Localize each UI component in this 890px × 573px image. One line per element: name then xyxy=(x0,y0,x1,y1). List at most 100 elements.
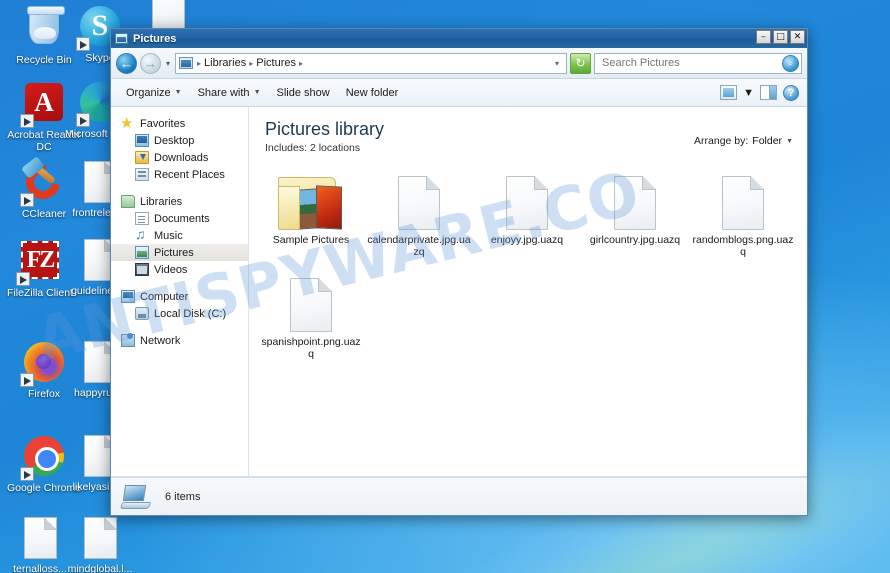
navigation-pane[interactable]: Favorites Desktop Downloads Recent Places Li… xyxy=(111,107,249,476)
address-dropdown-chevron-icon[interactable]: ▾ xyxy=(551,59,563,68)
computer-icon xyxy=(121,290,135,303)
sidebar-item-music[interactable]: Music xyxy=(111,226,248,244)
file-item[interactable]: calendarprivate.jpg.uazq xyxy=(365,164,473,266)
libraries-icon xyxy=(121,195,135,208)
recent-places-icon xyxy=(135,168,149,181)
window-titlebar[interactable]: Pictures – □ ✕ xyxy=(111,29,807,48)
library-header-text: Pictures library Includes: 2 locations xyxy=(265,119,384,154)
sidebar-item-label: Local Disk (C:) xyxy=(154,307,227,320)
desktop-icon-label: mindglobal.l... xyxy=(67,563,133,573)
back-button[interactable]: ← xyxy=(116,52,137,74)
shortcut-arrow-icon xyxy=(20,193,34,207)
encrypted-file-icon xyxy=(583,168,687,230)
sidebar-item-favorites[interactable]: Favorites xyxy=(111,114,248,132)
file-icon xyxy=(18,517,62,561)
file-item-label: Sample Pictures xyxy=(272,234,350,246)
shortcut-arrow-icon xyxy=(76,37,90,51)
file-item[interactable]: enjoyy.jpg.uazq xyxy=(473,164,581,266)
sidebar-item-computer[interactable]: Computer xyxy=(111,288,248,305)
refresh-button[interactable]: ↻ xyxy=(570,52,591,74)
desktop-icon xyxy=(135,134,149,147)
sidebar-item-label: Network xyxy=(140,334,181,347)
breadcrumb-separator[interactable]: ▸ xyxy=(298,59,304,68)
change-view-icon[interactable] xyxy=(720,85,738,100)
sidebar-item-pictures[interactable]: Pictures xyxy=(111,244,248,261)
nav-group: Favorites Desktop Downloads Recent Places xyxy=(111,114,248,183)
search-icon[interactable]: ⌕ xyxy=(782,54,799,72)
window-controls[interactable]: – □ ✕ xyxy=(756,30,805,44)
explorer-window[interactable]: Pictures – □ ✕ ← → ▾ ▸ Libraries ▸ Pictu… xyxy=(110,28,808,516)
pictures-library-icon xyxy=(135,246,149,259)
file-items[interactable]: Sample Pictures calendarprivate.jpg.uazq e… xyxy=(249,154,807,368)
sidebar-item-label: Videos xyxy=(154,263,188,276)
status-item-count: 6 items xyxy=(165,490,201,503)
search-input[interactable] xyxy=(600,56,782,70)
shortcut-arrow-icon xyxy=(20,467,34,481)
arrange-by-value[interactable]: Folder xyxy=(752,135,782,147)
encrypted-file-icon xyxy=(691,168,795,230)
toolbar-share-with[interactable]: Share with ▼ xyxy=(191,84,268,102)
minimize-button[interactable]: – xyxy=(756,30,771,44)
file-item-label: calendarprivate.jpg.uazq xyxy=(367,234,471,258)
toolbar-organize-label: Organize xyxy=(126,86,171,99)
status-bar: 6 items xyxy=(111,477,807,515)
maximize-button[interactable]: □ xyxy=(773,30,788,44)
help-icon[interactable]: ? xyxy=(783,84,799,101)
sidebar-item-documents[interactable]: Documents xyxy=(111,210,248,227)
sidebar-item-recent-places[interactable]: Recent Places xyxy=(111,166,248,183)
music-library-icon xyxy=(135,226,149,242)
toolbar-organize[interactable]: Organize ▼ xyxy=(119,84,189,102)
file-item[interactable]: randomblogs.png.uazq xyxy=(689,164,797,266)
sidebar-item-local-disk-c[interactable]: Local Disk (C:) xyxy=(111,305,248,322)
sidebar-item-label: Recent Places xyxy=(154,168,225,181)
desktop-icon[interactable]: mindglobal.l... xyxy=(62,516,138,573)
encrypted-file-icon xyxy=(367,168,471,230)
file-item-label: enjoyy.jpg.uazq xyxy=(490,234,564,246)
nav-group: Computer Local Disk (C:) xyxy=(111,288,248,322)
sidebar-item-videos[interactable]: Videos xyxy=(111,261,248,278)
arrange-by-control[interactable]: Arrange by: Folder ▼ xyxy=(694,119,793,147)
file-item[interactable]: Sample Pictures xyxy=(257,164,365,266)
chevron-down-icon[interactable]: ▼ xyxy=(786,138,793,145)
library-header: Pictures library Includes: 2 locations A… xyxy=(249,107,807,154)
sidebar-item-label: Favorites xyxy=(140,117,186,130)
toolbar-slide-show[interactable]: Slide show xyxy=(270,84,337,102)
encrypted-file-icon xyxy=(259,270,363,332)
toolbar-new-folder-label: New folder xyxy=(345,86,399,99)
breadcrumb-libraries[interactable]: Libraries xyxy=(202,57,248,69)
documents-library-icon xyxy=(135,212,149,225)
sidebar-item-network[interactable]: Network xyxy=(111,332,248,349)
file-item[interactable]: spanishpoint.png.uazq xyxy=(257,266,365,368)
navigation-bar: ← → ▾ ▸ Libraries ▸ Pictures ▸ ▾ ↻ ⌕ xyxy=(111,48,807,79)
sidebar-item-desktop[interactable]: Desktop xyxy=(111,132,248,149)
shortcut-arrow-icon xyxy=(20,114,34,128)
network-icon xyxy=(121,333,135,347)
shortcut-arrow-icon xyxy=(16,272,30,286)
file-icon xyxy=(146,0,190,31)
search-box[interactable]: ⌕ xyxy=(594,52,802,74)
window-body: Favorites Desktop Downloads Recent Places Li… xyxy=(111,107,807,477)
pictures-folder-icon xyxy=(259,168,363,230)
favorites-star-icon xyxy=(120,114,135,132)
shortcut-arrow-icon xyxy=(20,373,34,387)
file-list-pane[interactable]: Pictures library Includes: 2 locations A… xyxy=(249,107,807,476)
file-item-label: spanishpoint.png.uazq xyxy=(261,336,361,360)
close-button[interactable]: ✕ xyxy=(790,30,805,44)
file-item-label: randomblogs.png.uazq xyxy=(692,234,794,258)
recent-pages-chevron-icon[interactable]: ▾ xyxy=(164,59,172,68)
view-chevron-down-icon[interactable]: ▼ xyxy=(743,87,754,99)
forward-button[interactable]: → xyxy=(140,52,161,74)
sidebar-item-downloads[interactable]: Downloads xyxy=(111,149,248,166)
sidebar-item-libraries[interactable]: Libraries xyxy=(111,193,248,210)
address-folder-icon xyxy=(179,57,194,69)
breadcrumb-pictures[interactable]: Pictures xyxy=(254,57,298,69)
sidebar-item-label: Libraries xyxy=(140,195,183,208)
recycle-bin-icon xyxy=(22,6,66,52)
toolbar-new-folder[interactable]: New folder xyxy=(339,84,406,102)
file-icon xyxy=(78,517,122,561)
preview-pane-icon[interactable] xyxy=(760,85,777,100)
library-subtitle: Includes: 2 locations xyxy=(265,142,361,154)
encrypted-file-icon xyxy=(475,168,579,230)
file-item[interactable]: girlcountry.jpg.uazq xyxy=(581,164,689,266)
address-bar[interactable]: ▸ Libraries ▸ Pictures ▸ ▾ xyxy=(175,52,567,74)
